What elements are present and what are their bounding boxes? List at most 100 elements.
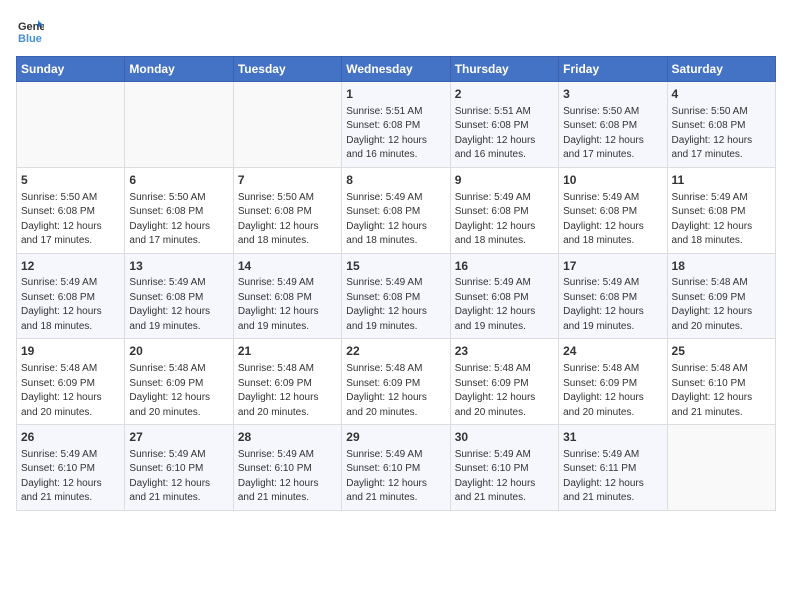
- day-cell: 1 Sunrise: 5:51 AM Sunset: 6:08 PM Daylig…: [342, 82, 450, 168]
- col-header-friday: Friday: [559, 57, 667, 82]
- day-info: Sunrise: 5:48 AM Sunset: 6:09 PM Dayligh…: [238, 362, 337, 420]
- day-number: 21: [238, 343, 337, 360]
- day-info: Sunrise: 5:48 AM Sunset: 6:09 PM Dayligh…: [21, 362, 120, 420]
- day-cell: 8Sunrise: 5:49 AM Sunset: 6:08 PM Daylig…: [342, 167, 450, 253]
- day-cell: [125, 82, 233, 168]
- day-info: Sunrise: 5:49 AM Sunset: 6:08 PM Dayligh…: [563, 191, 662, 249]
- day-cell: 27 Sunrise: 5:49 AM Sunset: 6:10 PM Dayli…: [125, 425, 233, 511]
- day-cell: 16Sunrise: 5:49 AM Sunset: 6:08 PM Dayli…: [450, 253, 558, 339]
- day-number: 24: [563, 343, 662, 360]
- day-cell: 12Sunrise: 5:49 AM Sunset: 6:08 PM Dayli…: [17, 253, 125, 339]
- day-number: 7: [238, 172, 337, 189]
- day-info: Sunrise: 5:50 AM Sunset: 6:08 PM Dayligh…: [672, 105, 771, 163]
- day-info: Sunrise: 5:48 AM Sunset: 6:09 PM Dayligh…: [129, 362, 228, 420]
- day-info: Sunrise: 5:49 AM Sunset: 6:11 PM Dayligh…: [563, 448, 662, 506]
- day-info: Sunrise: 5:50 AM Sunset: 6:08 PM Dayligh…: [129, 191, 228, 249]
- day-info: Sunrise: 5:48 AM Sunset: 6:09 PM Dayligh…: [563, 362, 662, 420]
- day-cell: 30 Sunrise: 5:49 AM Sunset: 6:10 PM Dayli…: [450, 425, 558, 511]
- day-cell: 9 Sunrise: 5:49 AM Sunset: 6:08 PM Daylig…: [450, 167, 558, 253]
- day-cell: 20Sunrise: 5:48 AM Sunset: 6:09 PM Dayli…: [125, 339, 233, 425]
- logo: General Blue: [16, 16, 48, 44]
- day-cell: 31 Sunrise: 5:49 AM Sunset: 6:11 PM Dayli…: [559, 425, 667, 511]
- day-number: 14: [238, 258, 337, 275]
- day-cell: 11 Sunrise: 5:49 AM Sunset: 6:08 PM Dayli…: [667, 167, 775, 253]
- col-header-thursday: Thursday: [450, 57, 558, 82]
- col-header-saturday: Saturday: [667, 57, 775, 82]
- day-number: 30: [455, 429, 554, 446]
- day-number: 31: [563, 429, 662, 446]
- day-info: Sunrise: 5:50 AM Sunset: 6:08 PM Dayligh…: [563, 105, 662, 163]
- day-number: 22: [346, 343, 445, 360]
- page-header: General Blue: [16, 16, 776, 44]
- day-number: 5: [21, 172, 120, 189]
- day-number: 1: [346, 86, 445, 103]
- col-header-wednesday: Wednesday: [342, 57, 450, 82]
- day-cell: 6 Sunrise: 5:50 AM Sunset: 6:08 PM Daylig…: [125, 167, 233, 253]
- day-cell: 5Sunrise: 5:50 AM Sunset: 6:08 PM Daylig…: [17, 167, 125, 253]
- day-number: 10: [563, 172, 662, 189]
- day-info: Sunrise: 5:49 AM Sunset: 6:08 PM Dayligh…: [238, 276, 337, 334]
- day-info: Sunrise: 5:51 AM Sunset: 6:08 PM Dayligh…: [346, 105, 445, 163]
- day-info: Sunrise: 5:49 AM Sunset: 6:10 PM Dayligh…: [455, 448, 554, 506]
- week-row-4: 19 Sunrise: 5:48 AM Sunset: 6:09 PM Dayli…: [17, 339, 776, 425]
- day-info: Sunrise: 5:49 AM Sunset: 6:08 PM Dayligh…: [21, 276, 120, 334]
- day-cell: [17, 82, 125, 168]
- day-info: Sunrise: 5:49 AM Sunset: 6:08 PM Dayligh…: [455, 276, 554, 334]
- day-number: 3: [563, 86, 662, 103]
- day-info: Sunrise: 5:48 AM Sunset: 6:09 PM Dayligh…: [455, 362, 554, 420]
- day-number: 16: [455, 258, 554, 275]
- day-cell: 28Sunrise: 5:49 AM Sunset: 6:10 PM Dayli…: [233, 425, 341, 511]
- day-info: Sunrise: 5:49 AM Sunset: 6:08 PM Dayligh…: [455, 191, 554, 249]
- day-info: Sunrise: 5:49 AM Sunset: 6:08 PM Dayligh…: [346, 191, 445, 249]
- day-number: 25: [672, 343, 771, 360]
- day-cell: 25 Sunrise: 5:48 AM Sunset: 6:10 PM Dayli…: [667, 339, 775, 425]
- day-cell: 26 Sunrise: 5:49 AM Sunset: 6:10 PM Dayli…: [17, 425, 125, 511]
- day-info: Sunrise: 5:48 AM Sunset: 6:09 PM Dayligh…: [346, 362, 445, 420]
- day-cell: 17Sunrise: 5:49 AM Sunset: 6:08 PM Dayli…: [559, 253, 667, 339]
- day-cell: 7Sunrise: 5:50 AM Sunset: 6:08 PM Daylig…: [233, 167, 341, 253]
- day-number: 9: [455, 172, 554, 189]
- day-number: 26: [21, 429, 120, 446]
- day-info: Sunrise: 5:49 AM Sunset: 6:10 PM Dayligh…: [238, 448, 337, 506]
- day-number: 13: [129, 258, 228, 275]
- day-info: Sunrise: 5:48 AM Sunset: 6:09 PM Dayligh…: [672, 276, 771, 334]
- calendar-header-row: SundayMondayTuesdayWednesdayThursdayFrid…: [17, 57, 776, 82]
- day-info: Sunrise: 5:49 AM Sunset: 6:08 PM Dayligh…: [563, 276, 662, 334]
- day-info: Sunrise: 5:48 AM Sunset: 6:10 PM Dayligh…: [672, 362, 771, 420]
- day-cell: 10 Sunrise: 5:49 AM Sunset: 6:08 PM Dayli…: [559, 167, 667, 253]
- day-number: 15: [346, 258, 445, 275]
- day-cell: [667, 425, 775, 511]
- day-info: Sunrise: 5:49 AM Sunset: 6:10 PM Dayligh…: [129, 448, 228, 506]
- day-number: 23: [455, 343, 554, 360]
- day-number: 27: [129, 429, 228, 446]
- day-cell: 2Sunrise: 5:51 AM Sunset: 6:08 PM Daylig…: [450, 82, 558, 168]
- day-cell: [233, 82, 341, 168]
- day-number: 19: [21, 343, 120, 360]
- logo-icon: General Blue: [16, 16, 44, 44]
- week-row-5: 26 Sunrise: 5:49 AM Sunset: 6:10 PM Dayli…: [17, 425, 776, 511]
- day-cell: 3 Sunrise: 5:50 AM Sunset: 6:08 PM Daylig…: [559, 82, 667, 168]
- day-cell: 4Sunrise: 5:50 AM Sunset: 6:08 PM Daylig…: [667, 82, 775, 168]
- day-cell: 21 Sunrise: 5:48 AM Sunset: 6:09 PM Dayli…: [233, 339, 341, 425]
- day-number: 29: [346, 429, 445, 446]
- day-number: 12: [21, 258, 120, 275]
- col-header-tuesday: Tuesday: [233, 57, 341, 82]
- day-cell: 24 Sunrise: 5:48 AM Sunset: 6:09 PM Dayli…: [559, 339, 667, 425]
- day-info: Sunrise: 5:49 AM Sunset: 6:10 PM Dayligh…: [21, 448, 120, 506]
- day-cell: 22 Sunrise: 5:48 AM Sunset: 6:09 PM Dayli…: [342, 339, 450, 425]
- day-info: Sunrise: 5:49 AM Sunset: 6:08 PM Dayligh…: [129, 276, 228, 334]
- col-header-sunday: Sunday: [17, 57, 125, 82]
- day-info: Sunrise: 5:51 AM Sunset: 6:08 PM Dayligh…: [455, 105, 554, 163]
- day-number: 6: [129, 172, 228, 189]
- day-info: Sunrise: 5:49 AM Sunset: 6:08 PM Dayligh…: [346, 276, 445, 334]
- day-number: 11: [672, 172, 771, 189]
- day-number: 18: [672, 258, 771, 275]
- day-info: Sunrise: 5:49 AM Sunset: 6:10 PM Dayligh…: [346, 448, 445, 506]
- day-cell: 19 Sunrise: 5:48 AM Sunset: 6:09 PM Dayli…: [17, 339, 125, 425]
- day-info: Sunrise: 5:49 AM Sunset: 6:08 PM Dayligh…: [672, 191, 771, 249]
- day-cell: 15Sunrise: 5:49 AM Sunset: 6:08 PM Dayli…: [342, 253, 450, 339]
- day-cell: 29 Sunrise: 5:49 AM Sunset: 6:10 PM Dayli…: [342, 425, 450, 511]
- week-row-1: 1 Sunrise: 5:51 AM Sunset: 6:08 PM Daylig…: [17, 82, 776, 168]
- day-number: 17: [563, 258, 662, 275]
- svg-text:Blue: Blue: [18, 33, 42, 44]
